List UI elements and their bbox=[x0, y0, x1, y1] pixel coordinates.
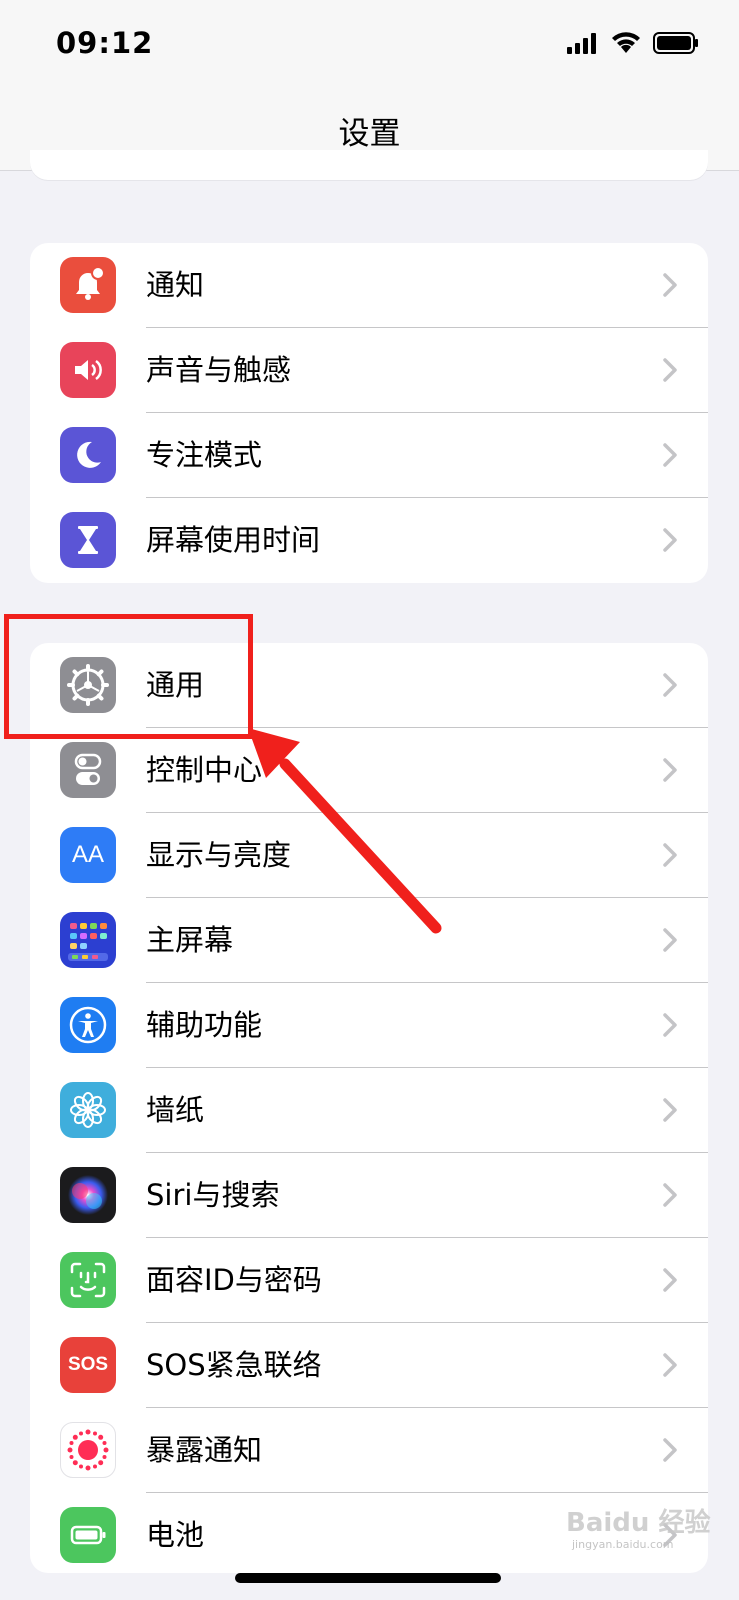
watermark-url: jingyan.baidu.com bbox=[572, 1538, 674, 1551]
home-indicator[interactable] bbox=[235, 1573, 501, 1583]
watermark-logo: Baidu 经验 bbox=[566, 1508, 711, 1538]
annotation-arrow bbox=[248, 728, 442, 934]
